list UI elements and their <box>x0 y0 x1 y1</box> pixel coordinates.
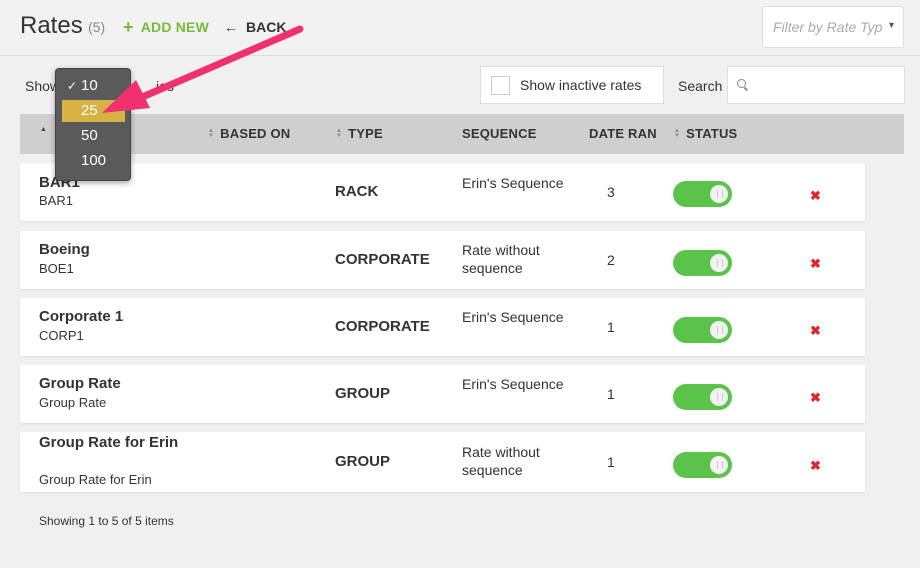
rate-type-filter-select[interactable]: Filter by Rate Typ ▾ <box>762 6 904 48</box>
entries-label: ies <box>156 78 174 94</box>
rate-code: Group Rate for Erin <box>39 472 152 487</box>
rate-count: (5) <box>88 19 106 35</box>
toggle-knob <box>710 254 728 272</box>
toggle-knob <box>710 456 728 474</box>
toggle-knob <box>710 321 728 339</box>
rate-type: GROUP <box>335 453 391 470</box>
chevron-down-icon: ▾ <box>884 20 894 31</box>
rate-code: BAR1 <box>39 193 73 208</box>
pagination-summary: Showing 1 to 5 of 5 items <box>39 514 174 528</box>
status-toggle[interactable] <box>673 317 732 343</box>
delete-icon[interactable]: ✖ <box>810 323 821 339</box>
rate-date-ran: 2 <box>607 252 615 268</box>
table-row[interactable]: BAR1 BAR1 RACK Erin's Sequence 3 ✖ <box>20 163 865 221</box>
table-row[interactable]: Group Rate for Erin Group Rate for Erin … <box>20 432 865 492</box>
delete-icon[interactable]: ✖ <box>810 458 821 474</box>
page-size-option-25[interactable]: 25 <box>62 100 125 122</box>
rate-code: BOE1 <box>39 261 74 276</box>
rate-type: GROUP <box>335 385 391 402</box>
status-toggle[interactable] <box>673 181 732 207</box>
delete-icon[interactable]: ✖ <box>810 188 821 204</box>
rate-type: RACK <box>335 183 379 200</box>
rate-sequence: Rate without sequence <box>462 444 540 478</box>
search-label: Search <box>678 78 723 94</box>
delete-icon[interactable]: ✖ <box>810 256 821 272</box>
back-button[interactable]: ← BACK <box>224 19 286 35</box>
add-new-button[interactable]: + ADD NEW <box>123 17 210 37</box>
status-toggle[interactable] <box>673 384 732 410</box>
delete-icon[interactable]: ✖ <box>810 390 821 406</box>
status-toggle[interactable] <box>673 250 732 276</box>
column-header-status[interactable]: ▲ ▼ STATUS <box>674 126 737 141</box>
search-input[interactable] <box>727 66 905 104</box>
column-header-date-ran: DATE RAN <box>589 126 657 141</box>
table-header: ▲ ▲ ▼ BASED ON ▲ ▼ TYPE SEQUENCE DATE RAN … <box>20 114 904 154</box>
back-label: BACK <box>246 19 287 35</box>
rate-name: Group Rate <box>39 375 121 392</box>
column-header-sequence: SEQUENCE <box>462 126 537 141</box>
column-header-type[interactable]: ▲ ▼ TYPE <box>336 126 383 141</box>
column-header-name[interactable]: ▲ <box>40 126 53 133</box>
sort-icon: ▲ ▼ <box>674 127 681 139</box>
show-inactive-toggle[interactable]: Show inactive rates <box>480 66 664 104</box>
checkbox[interactable] <box>491 75 510 95</box>
rate-type: CORPORATE <box>335 251 430 268</box>
sort-ascending-icon: ▲ <box>40 126 48 133</box>
rate-name: Group Rate for Erin <box>39 434 179 451</box>
page-size-option-10[interactable]: ✓ 10 <box>62 75 125 97</box>
status-toggle[interactable] <box>673 452 732 478</box>
page-title: Rates <box>20 12 83 39</box>
table-row[interactable]: Corporate 1 CORP1 CORPORATE Erin's Seque… <box>20 298 865 356</box>
rate-type: CORPORATE <box>335 318 430 335</box>
rate-name: Boeing <box>39 241 90 258</box>
add-new-label: ADD NEW <box>140 19 210 35</box>
rate-date-ran: 1 <box>607 386 615 402</box>
rate-code: CORP1 <box>39 328 84 343</box>
column-header-based-on[interactable]: ▲ ▼ BASED ON <box>208 126 290 141</box>
rate-name: Corporate 1 <box>39 308 124 325</box>
search-icon <box>737 79 746 88</box>
sort-icon: ▲ ▼ <box>336 127 343 139</box>
sort-icon: ▲ ▼ <box>208 127 215 139</box>
arrow-left-icon: ← <box>224 19 238 35</box>
rate-sequence: Erin's Sequence <box>462 175 564 191</box>
table-row[interactable]: Group Rate Group Rate GROUP Erin's Seque… <box>20 365 865 423</box>
show-inactive-label: Show inactive rates <box>520 77 642 93</box>
page-size-option-100[interactable]: 100 <box>62 150 125 172</box>
rate-date-ran: 1 <box>607 319 615 335</box>
rate-date-ran: 1 <box>607 454 615 470</box>
check-icon: ✓ <box>67 79 78 93</box>
plus-icon: + <box>123 17 134 37</box>
page-size-menu: ✓ 10 25 50 100 <box>55 68 131 181</box>
rate-sequence: Erin's Sequence <box>462 309 564 325</box>
toggle-knob <box>710 185 728 203</box>
filter-placeholder: Filter by Rate Typ <box>773 19 883 35</box>
page-size-option-50[interactable]: 50 <box>62 125 125 147</box>
rate-sequence: Erin's Sequence <box>462 376 564 392</box>
rate-date-ran: 3 <box>607 184 615 200</box>
toggle-knob <box>710 388 728 406</box>
table-row[interactable]: Boeing BOE1 CORPORATE Rate without seque… <box>20 231 865 289</box>
page-header: Rates (5) + ADD NEW ← BACK Filter by Rat… <box>0 0 920 56</box>
rate-sequence: Rate without sequence <box>462 242 540 276</box>
rate-code: Group Rate <box>39 395 107 410</box>
